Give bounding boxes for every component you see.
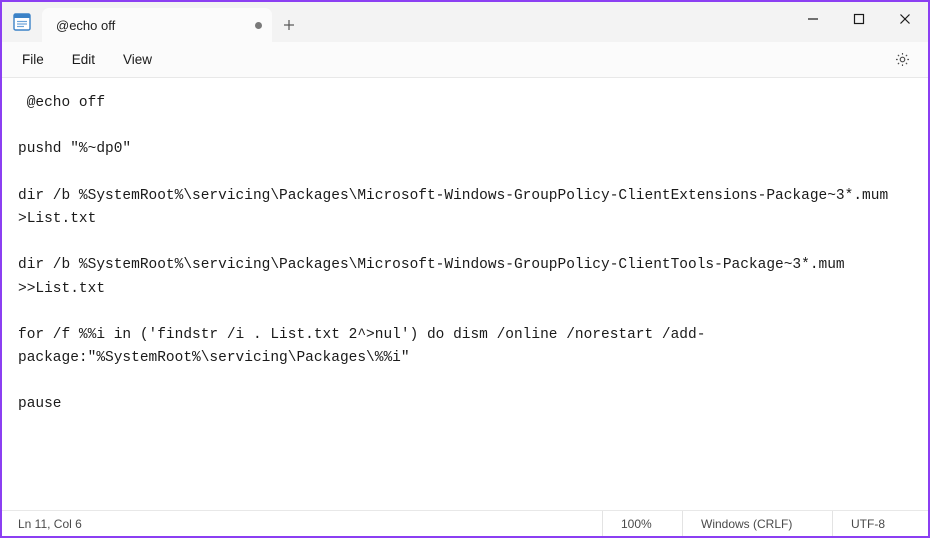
title-bar: @echo off — [2, 2, 928, 42]
minimize-button[interactable] — [790, 2, 836, 36]
settings-button[interactable] — [886, 44, 918, 76]
menu-file[interactable]: File — [8, 48, 58, 71]
menu-bar: File Edit View — [2, 42, 928, 78]
title-bar-left: @echo off — [2, 2, 306, 42]
gear-icon — [894, 51, 911, 68]
status-encoding[interactable]: UTF-8 — [832, 511, 912, 536]
tab[interactable]: @echo off — [42, 8, 272, 42]
text-editor[interactable]: @echo off pushd "%~dp0" dir /b %SystemRo… — [2, 78, 928, 510]
status-zoom[interactable]: 100% — [602, 511, 682, 536]
notepad-icon — [13, 13, 31, 31]
menu-edit[interactable]: Edit — [58, 48, 109, 71]
window-controls — [790, 2, 928, 42]
tab-title: @echo off — [56, 18, 247, 33]
status-bar: Ln 11, Col 6 100% Windows (CRLF) UTF-8 — [2, 510, 928, 536]
plus-icon — [283, 19, 295, 31]
new-tab-button[interactable] — [272, 8, 306, 42]
title-bar-drag-region[interactable] — [306, 2, 790, 42]
menu-view[interactable]: View — [109, 48, 166, 71]
menu-items: File Edit View — [8, 48, 166, 71]
tab-dirty-dot-icon — [255, 22, 262, 29]
app-icon — [2, 2, 42, 42]
tab-strip: @echo off — [42, 2, 306, 42]
maximize-button[interactable] — [836, 2, 882, 36]
close-icon — [899, 13, 911, 25]
close-button[interactable] — [882, 2, 928, 36]
maximize-icon — [853, 13, 865, 25]
status-caret-position[interactable]: Ln 11, Col 6 — [18, 517, 602, 531]
status-line-ending[interactable]: Windows (CRLF) — [682, 511, 832, 536]
minimize-icon — [807, 13, 819, 25]
